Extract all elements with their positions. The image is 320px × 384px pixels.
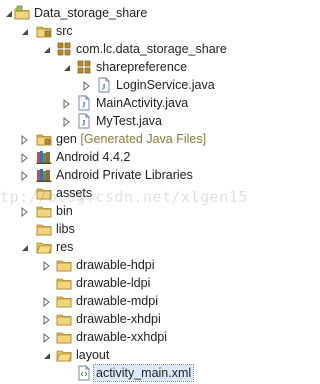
expanded-arrow-icon[interactable] (20, 242, 30, 252)
collapsed-arrow-icon[interactable] (20, 152, 30, 164)
tree-item-label: activity_main.xml (92, 364, 195, 382)
library-icon (36, 167, 52, 183)
tree-item-layout[interactable]: layout (0, 346, 261, 364)
folder-icon (56, 257, 72, 273)
tree-item-name: gen (56, 132, 77, 146)
tree-item-loginservice-java[interactable]: J LoginService.java (0, 76, 261, 94)
tree-item-bin[interactable]: bin (0, 202, 261, 220)
folder-open-icon (56, 347, 73, 363)
svg-text:J: J (82, 119, 86, 128)
svg-text:J: J (102, 83, 106, 92)
tree-item-label: drawable-xhdpi (76, 312, 161, 326)
tree-item-label: LoginService.java (116, 78, 215, 92)
java-file-icon: J (96, 77, 112, 93)
java-file-icon: J (76, 95, 92, 111)
tree-item-assets[interactable]: assets (0, 184, 261, 202)
tree-item-drawable-hdpi[interactable]: drawable-hdpi (0, 256, 261, 274)
tree-item-package[interactable]: com.lc.data_storage_share (0, 40, 261, 58)
tree-item-label: MyTest.java (96, 114, 162, 128)
collapsed-arrow-icon[interactable] (42, 260, 52, 272)
tree-item-label: com.lc.data_storage_share (76, 42, 227, 56)
collapsed-arrow-icon[interactable] (62, 116, 72, 128)
library-icon (36, 149, 52, 165)
tree-item-label: Data_storage_share (34, 6, 148, 20)
tree-item-label: drawable-xxhdpi (76, 330, 168, 344)
tree-item-label: Android 4.4.2 (56, 150, 131, 164)
folder-icon (56, 275, 72, 291)
tree-item-label: gen [Generated Java Files] (56, 131, 206, 147)
tree-item-mainactivity-java[interactable]: J MainActivity.java (0, 94, 261, 112)
collapsed-arrow-icon[interactable] (82, 80, 92, 92)
folder-icon (36, 221, 52, 237)
tree-item-src[interactable]: src (0, 22, 261, 40)
tree-item-label: drawable-mdpi (76, 294, 158, 308)
tree-item-label: drawable-hdpi (76, 258, 155, 272)
expanded-arrow-icon[interactable] (62, 62, 72, 72)
svg-text:J: J (82, 101, 86, 110)
tree-item-label: Android Private Libraries (56, 168, 193, 182)
android-project-icon (14, 5, 30, 21)
package-icon (76, 59, 92, 75)
source-folder-icon (36, 23, 52, 39)
folder-icon (56, 293, 72, 309)
tree-item-project-root[interactable]: Data_storage_share (0, 4, 261, 22)
tree-item-label: layout (76, 348, 110, 362)
tree-item-drawable-xhdpi[interactable]: drawable-xhdpi (0, 310, 261, 328)
tree-item-label: drawable-ldpi (76, 276, 151, 290)
folder-icon (56, 329, 72, 345)
expanded-arrow-icon[interactable] (20, 26, 30, 36)
tree-item-drawable-mdpi[interactable]: drawable-mdpi (0, 292, 261, 310)
source-folder-icon (36, 131, 52, 147)
collapsed-arrow-icon[interactable] (20, 170, 30, 182)
tree-item-activity-main-xml[interactable]: activity_main.xml (0, 364, 261, 382)
tree-item-label: src (56, 24, 73, 38)
tree-item-res[interactable]: res (0, 238, 261, 256)
tree-item-android-private-libraries[interactable]: Android Private Libraries (0, 166, 261, 184)
tree-item-libs[interactable]: libs (0, 220, 261, 238)
collapsed-arrow-icon[interactable] (20, 134, 30, 146)
tree-item-label: libs (56, 222, 75, 236)
folder-icon (36, 203, 52, 219)
tree-item-drawable-xxhdpi[interactable]: drawable-xxhdpi (0, 328, 261, 346)
tree-item-label: assets (56, 186, 93, 200)
tree-item-label: res (56, 240, 74, 254)
collapsed-arrow-icon[interactable] (42, 296, 52, 308)
package-icon (56, 41, 72, 57)
expanded-arrow-icon[interactable] (42, 44, 52, 54)
tree-item-label: sharepreference (96, 60, 188, 74)
folder-icon (36, 185, 52, 201)
folder-open-icon (36, 239, 53, 255)
expanded-arrow-icon[interactable] (4, 8, 14, 18)
tree-item-sharepreference[interactable]: sharepreference (0, 58, 261, 76)
xml-file-icon (76, 365, 92, 381)
tree-item-android-4-4-2[interactable]: Android 4.4.2 (0, 148, 261, 166)
tree-item-decoration: [Generated Java Files] (80, 132, 207, 146)
tree-item-mytest-java[interactable]: J MyTest.java (0, 112, 261, 130)
project-explorer-tree: Data_storage_share src com.lc.data_stora… (0, 0, 261, 383)
collapsed-arrow-icon[interactable] (42, 314, 52, 326)
collapsed-arrow-icon[interactable] (42, 332, 52, 344)
tree-item-drawable-ldpi[interactable]: drawable-ldpi (0, 274, 261, 292)
tree-item-label: MainActivity.java (96, 96, 189, 110)
collapsed-arrow-icon[interactable] (20, 206, 30, 218)
tree-item-gen[interactable]: gen [Generated Java Files] (0, 130, 261, 148)
folder-icon (56, 311, 72, 327)
expanded-arrow-icon[interactable] (42, 350, 52, 360)
collapsed-arrow-icon[interactable] (62, 98, 72, 110)
tree-item-label: bin (56, 204, 73, 218)
java-file-icon: J (76, 113, 92, 129)
